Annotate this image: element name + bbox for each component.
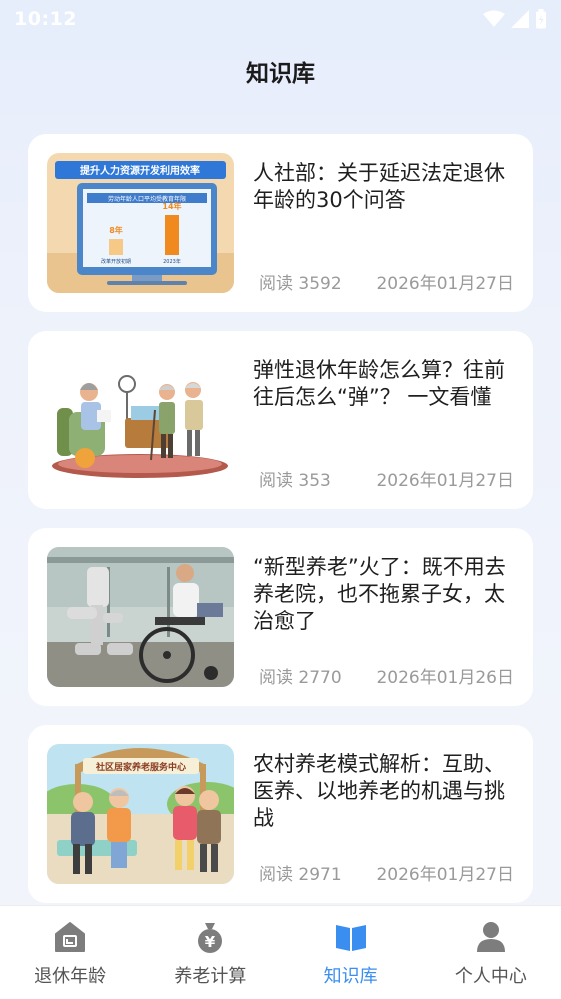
money-bag-icon: ¥ [198, 923, 223, 953]
thumb-sign-text: 社区居家养老服务中心 [95, 761, 186, 773]
read-count: 阅读 2770 [259, 668, 342, 688]
publish-date: 2026年01月26日 [376, 668, 514, 688]
article-list: 提升人力资源开发利用效率 劳动年龄人口平均受教育年限 8年 14年 改革开放初期… [28, 134, 533, 922]
tab-retirement-age[interactable]: 退休年龄 [0, 906, 140, 999]
article-thumbnail: 社区居家养老服务中心 [47, 744, 234, 884]
thumb-banner-text: 提升人力资源开发利用效率 [80, 164, 200, 177]
article-card[interactable]: 提升人力资源开发利用效率 劳动年龄人口平均受教育年限 8年 14年 改革开放初期… [28, 134, 533, 312]
book-icon [335, 925, 366, 951]
article-card[interactable]: 弹性退休年龄怎么算？往前往后怎么“弹”？ 一文看懂 阅读 353 2026年01… [28, 331, 533, 509]
article-meta: 阅读 3592 2026年01月27日 [259, 269, 514, 294]
article-meta: 阅读 353 2026年01月27日 [259, 466, 514, 491]
bottom-tab-bar: 退休年龄 ¥ 养老计算 知识库 个人中心 [0, 905, 561, 999]
article-meta: 阅读 2770 2026年01月26日 [259, 663, 514, 688]
tab-label: 个人中心 [454, 966, 527, 987]
tab-label: 养老计算 [174, 966, 247, 987]
thumb-axis1-label: 改革开放初期 [101, 258, 131, 265]
read-count: 阅读 3592 [259, 274, 342, 294]
thumb-bar2-label: 14年 [162, 201, 181, 211]
tab-profile[interactable]: 个人中心 [421, 906, 561, 999]
thumb-axis2-label: 2023年 [163, 258, 181, 265]
article-title: “新型养老”火了：既不用去养老院，也不拖累子女，太治愈了 [253, 555, 506, 633]
signal-icon [511, 10, 529, 28]
article-meta: 阅读 2971 2026年01月27日 [259, 860, 514, 885]
tab-label: 知识库 [323, 966, 378, 987]
status-bar: 10:12 [0, 0, 561, 38]
tab-knowledge[interactable]: 知识库 [281, 906, 421, 999]
article-card[interactable]: “新型养老”火了：既不用去养老院，也不拖累子女，太治愈了 阅读 2770 202… [28, 528, 533, 706]
article-thumbnail: 提升人力资源开发利用效率 劳动年龄人口平均受教育年限 8年 14年 改革开放初期… [47, 153, 234, 293]
article-title: 弹性退休年龄怎么算？往前往后怎么“弹”？ 一文看懂 [253, 358, 505, 409]
article-card[interactable]: 社区居家养老服务中心 农村养老模式解析：互助、医养、以地养老的机遇与挑战 阅读 … [28, 725, 533, 903]
house-icon [55, 922, 86, 952]
battery-icon [536, 9, 546, 29]
article-thumbnail [47, 547, 234, 687]
status-icons [483, 9, 547, 29]
publish-date: 2026年01月27日 [376, 471, 514, 491]
page-title: 知识库 [246, 61, 315, 87]
publish-date: 2026年01月27日 [376, 865, 514, 885]
thumb-bar1-label: 8年 [109, 225, 123, 235]
tab-pension-calc[interactable]: ¥ 养老计算 [140, 906, 280, 999]
article-title: 人社部：关于延迟法定退休年龄的30个问答 [253, 161, 505, 212]
wifi-icon [483, 10, 505, 27]
person-icon [476, 922, 505, 952]
status-time: 10:12 [14, 8, 77, 30]
read-count: 阅读 353 [259, 471, 331, 491]
article-thumbnail [47, 350, 234, 490]
read-count: 阅读 2971 [259, 865, 342, 885]
publish-date: 2026年01月27日 [376, 274, 514, 294]
tab-label: 退休年龄 [34, 966, 107, 987]
svg-text:¥: ¥ [205, 933, 216, 951]
article-title: 农村养老模式解析：互助、医养、以地养老的机遇与挑战 [253, 752, 505, 830]
